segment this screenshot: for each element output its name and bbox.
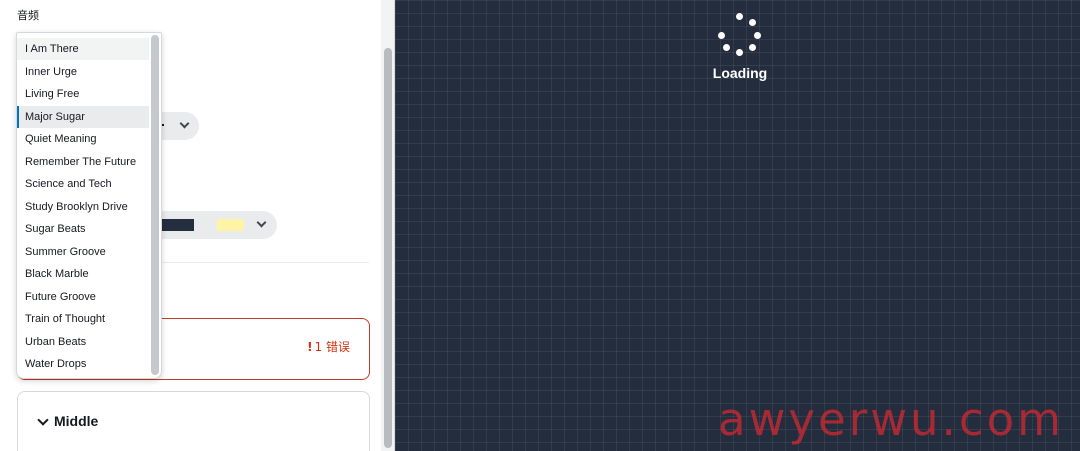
- watermark: awyerwu.com: [718, 393, 1064, 446]
- error-icon: !: [307, 340, 313, 354]
- dropdown-option[interactable]: Quiet Meaning: [17, 128, 149, 150]
- color-swatch-yellow: [217, 219, 244, 231]
- spinner-dot: [718, 32, 725, 39]
- dropdown-scrollbar[interactable]: [151, 35, 159, 375]
- spinner-dot: [749, 19, 756, 26]
- spinner-dot: [736, 13, 743, 20]
- spinner-dot: [723, 44, 730, 51]
- settings-panel: 音频 ! 1 错误 Middle I Am There Inner Urge Livi…: [0, 0, 395, 451]
- panel-scrollbar[interactable]: [381, 0, 394, 451]
- dropdown-option[interactable]: Living Free: [17, 83, 149, 105]
- dropdown-option[interactable]: Urban Beats: [17, 331, 149, 353]
- color-swatch-dark: [160, 219, 194, 231]
- dropdown-option[interactable]: Inner Urge: [17, 61, 149, 83]
- dropdown-option[interactable]: Science and Tech: [17, 173, 149, 195]
- error-count: 1 错误: [314, 340, 350, 354]
- middle-section-card[interactable]: Middle: [17, 391, 370, 451]
- dropdown-option[interactable]: I Am There: [17, 38, 149, 60]
- dropdown-option[interactable]: Black Marble: [17, 263, 149, 285]
- loading-spinner-icon: [718, 13, 762, 57]
- chevron-down-icon: [256, 217, 267, 228]
- dropdown-option[interactable]: Train of Thought: [17, 308, 149, 330]
- divider: [160, 262, 369, 263]
- dropdown-option[interactable]: Water Drops: [17, 353, 149, 375]
- chevron-down-icon[interactable]: [37, 414, 49, 426]
- music-dropdown-list[interactable]: I Am There Inner Urge Living Free Major Sug…: [16, 32, 162, 379]
- dropdown-option[interactable]: Summer Groove: [17, 241, 149, 263]
- dropdown-option[interactable]: Future Groove: [17, 286, 149, 308]
- loading-label: Loading: [712, 65, 768, 81]
- middle-section-title: Middle: [54, 413, 99, 429]
- section-title-audio: 音频: [17, 9, 39, 22]
- spinner-dot: [736, 49, 743, 56]
- error-badge: ! 1 错误: [307, 338, 350, 355]
- panel-scrollbar-thumb[interactable]: [384, 48, 392, 448]
- spinner-dot: [754, 32, 761, 39]
- dropdown-option[interactable]: Remember The Future: [17, 151, 149, 173]
- chevron-down-icon: [179, 118, 190, 129]
- dropdown-option[interactable]: Sugar Beats: [17, 218, 149, 240]
- dropdown-option[interactable]: Major Sugar: [17, 105, 149, 128]
- spinner-dot: [749, 44, 756, 51]
- dropdown-option[interactable]: Study Brooklyn Drive: [17, 196, 149, 218]
